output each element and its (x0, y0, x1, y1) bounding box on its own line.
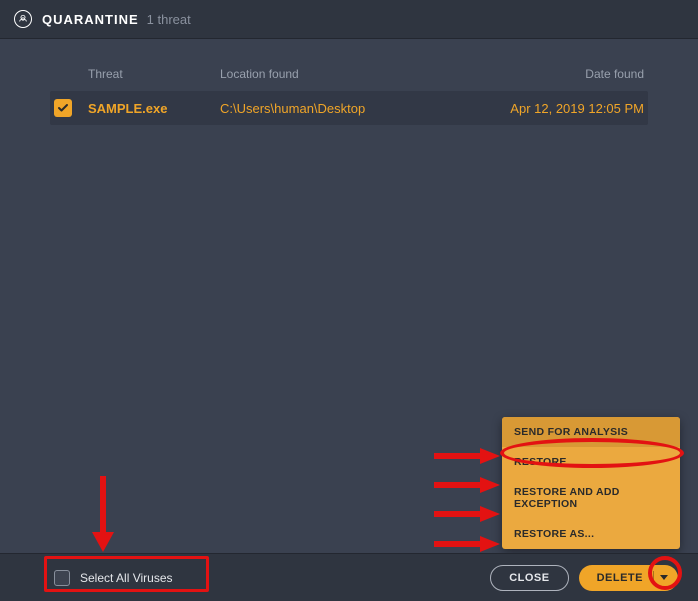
annotation-arrow-right (432, 475, 500, 495)
threat-name: SAMPLE.exe (88, 101, 220, 116)
delete-label: DELETE (597, 572, 643, 584)
menu-restore-as[interactable]: RESTORE AS... (502, 519, 680, 549)
annotation-arrow-right (432, 446, 500, 466)
row-checkbox[interactable] (54, 99, 72, 117)
footer-bar: Select All Viruses CLOSE DELETE (0, 553, 698, 601)
table-row[interactable]: SAMPLE.exe C:\Users\human\Desktop Apr 12… (50, 91, 648, 125)
annotation-arrow-right (432, 504, 500, 524)
threat-date: Apr 12, 2019 12:05 PM (484, 101, 644, 116)
menu-send-for-analysis[interactable]: SEND FOR ANALYSIS (502, 417, 680, 447)
select-all-label: Select All Viruses (80, 571, 173, 585)
page-title: QUARANTINE (42, 12, 139, 27)
annotation-arrow-right (432, 534, 500, 554)
threat-count: 1 threat (147, 12, 191, 27)
table-header: Threat Location found Date found (50, 67, 648, 91)
chevron-down-icon[interactable] (660, 575, 668, 580)
biohazard-icon (14, 10, 32, 28)
delete-button[interactable]: DELETE (579, 565, 678, 591)
annotation-arrow-down (88, 472, 118, 552)
menu-restore-add-exception[interactable]: RESTORE AND ADD EXCEPTION (502, 477, 680, 519)
select-all-viruses[interactable]: Select All Viruses (54, 570, 173, 586)
col-location: Location found (220, 67, 484, 81)
col-date: Date found (484, 67, 644, 81)
close-button[interactable]: CLOSE (490, 565, 568, 591)
delete-dropdown-menu: SEND FOR ANALYSIS RESTORE RESTORE AND AD… (502, 417, 680, 549)
threat-location: C:\Users\human\Desktop (220, 101, 484, 116)
col-threat: Threat (88, 67, 220, 81)
menu-restore[interactable]: RESTORE (502, 447, 680, 477)
select-all-checkbox[interactable] (54, 570, 70, 586)
quarantine-header: QUARANTINE 1 threat (0, 0, 698, 39)
quarantine-table: Threat Location found Date found SAMPLE.… (0, 67, 698, 125)
